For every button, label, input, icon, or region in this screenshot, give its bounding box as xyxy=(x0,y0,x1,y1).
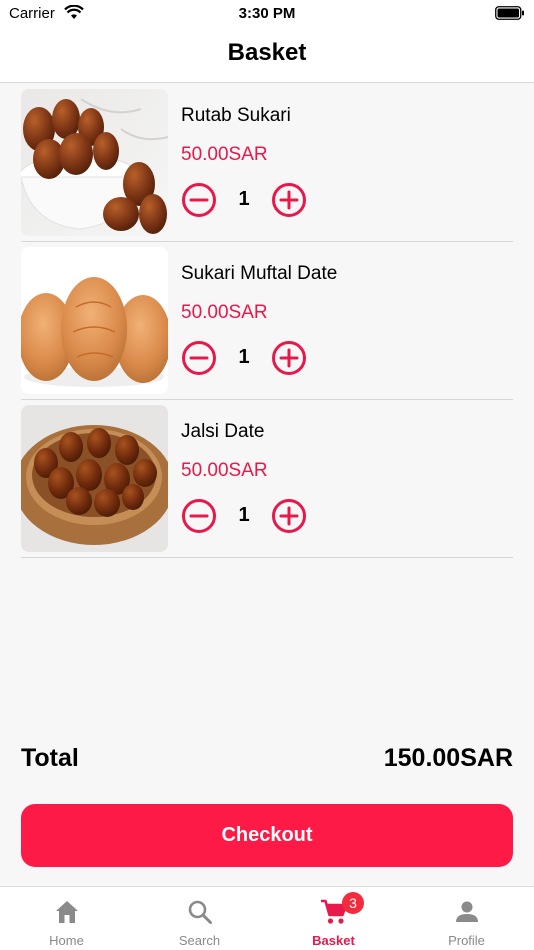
product-image xyxy=(21,247,168,394)
decrease-quantity-button[interactable] xyxy=(181,498,217,534)
tab-basket[interactable]: 3 Basket xyxy=(267,887,400,950)
tab-label: Profile xyxy=(448,933,485,948)
product-name: Sukari Muftal Date xyxy=(181,263,338,284)
decrease-quantity-button[interactable] xyxy=(181,340,217,376)
decrease-quantity-button[interactable] xyxy=(181,182,217,218)
quantity-value: 1 xyxy=(238,504,250,526)
status-bar: Carrier 3:30 PM xyxy=(0,0,534,28)
product-price: 50.00SAR xyxy=(181,460,268,481)
total-label: Total xyxy=(21,744,79,772)
product-name: Rutab Sukari xyxy=(181,105,291,126)
checkout-button[interactable]: Checkout xyxy=(21,804,513,867)
product-price: 50.00SAR xyxy=(181,144,268,165)
search-icon xyxy=(188,900,212,924)
increase-quantity-button[interactable] xyxy=(271,182,307,218)
basket-item: Sukari Muftal Date 50.00SAR 1 xyxy=(21,242,513,400)
tab-search[interactable]: Search xyxy=(133,887,266,950)
total-row: Total 150.00SAR xyxy=(21,744,513,776)
basket-list: Rutab Sukari 50.00SAR 1 Sukari Muftal Da… xyxy=(21,84,513,558)
profile-icon xyxy=(455,901,478,922)
product-price: 50.00SAR xyxy=(181,302,268,323)
basket-item: Jalsi Date 50.00SAR 1 xyxy=(21,400,513,558)
clock: 3:30 PM xyxy=(238,5,296,22)
tab-home[interactable]: Home xyxy=(0,887,133,950)
increase-quantity-button[interactable] xyxy=(271,340,307,376)
cart-count-badge: 3 xyxy=(342,892,364,914)
tab-label: Home xyxy=(49,933,84,948)
quantity-value: 1 xyxy=(238,188,250,210)
page-title: Basket xyxy=(227,39,307,66)
quantity-value: 1 xyxy=(238,346,250,368)
product-name: Jalsi Date xyxy=(181,421,265,442)
basket-item: Rutab Sukari 50.00SAR 1 xyxy=(21,84,513,242)
product-image xyxy=(21,405,168,552)
nav-header: Basket xyxy=(0,28,534,83)
home-icon xyxy=(55,901,78,923)
increase-quantity-button[interactable] xyxy=(271,498,307,534)
product-image xyxy=(21,89,168,236)
battery-icon xyxy=(495,6,524,20)
tab-label: Search xyxy=(178,933,221,948)
tab-profile[interactable]: Profile xyxy=(400,887,533,950)
tab-bar: Home Search 3 Basket Profile xyxy=(0,886,534,950)
tab-label: Basket xyxy=(312,933,355,948)
total-value: 150.00SAR xyxy=(383,744,513,772)
